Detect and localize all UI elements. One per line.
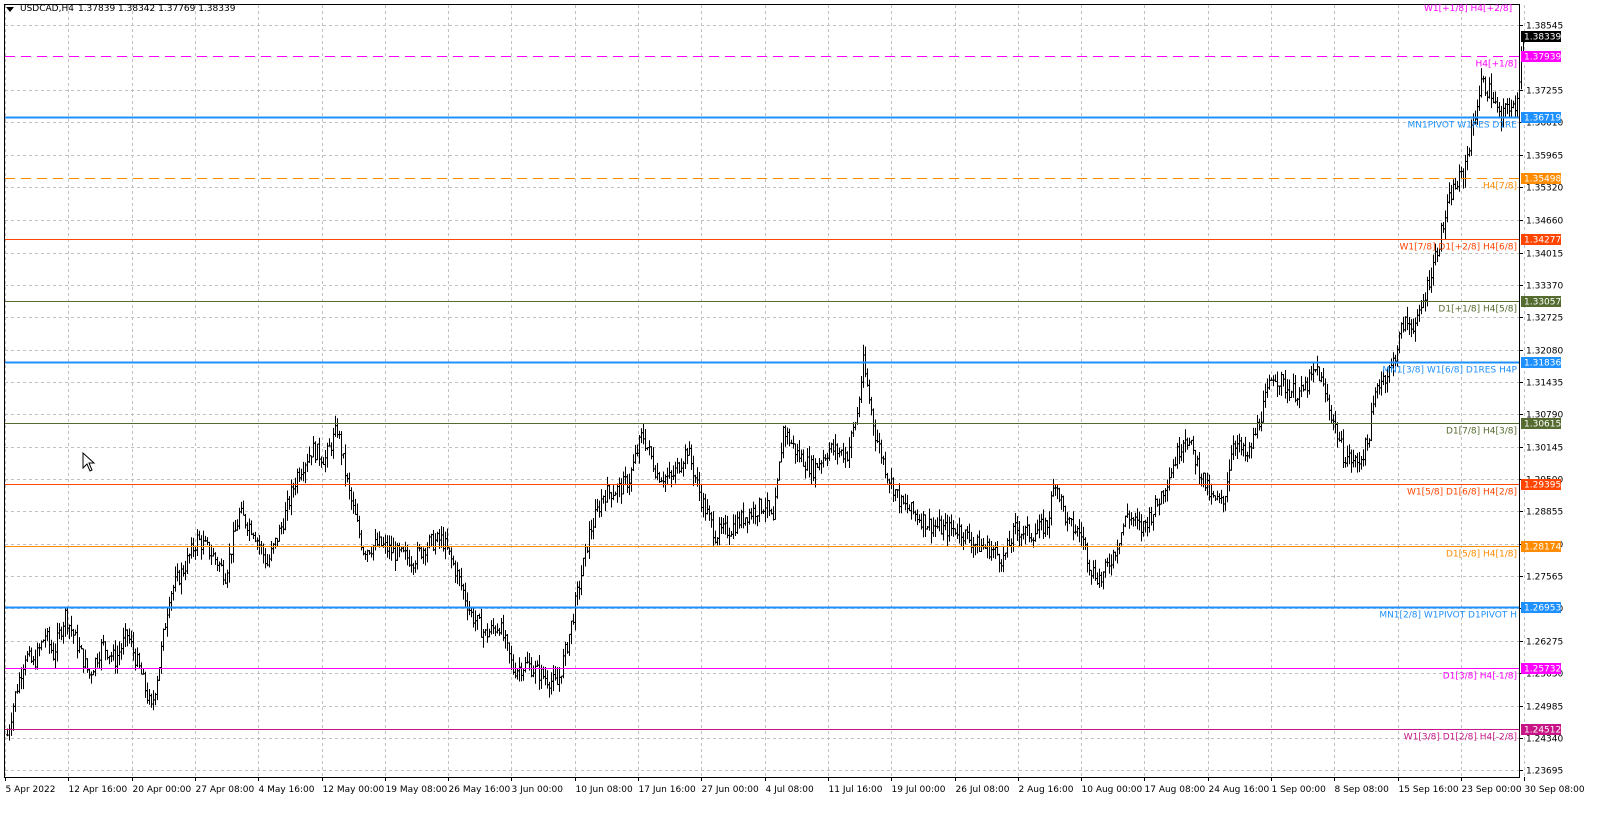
top-level-label: W1[+1/8] H4[+2/8] — [1424, 4, 1512, 14]
price-tick-label: 1.32080 — [1526, 347, 1563, 357]
time-tick-label: 19 May 08:00 — [386, 785, 448, 795]
level-label: D1[3/8] H4[-1/8] — [1443, 672, 1517, 682]
price-tick-label: 1.34015 — [1526, 250, 1563, 260]
level-label: D1[7/8] H4[3/8] — [1446, 427, 1517, 437]
level-label: MN1[3/8] W1[6/8] D1RES H4P — [1382, 366, 1517, 376]
time-tick-label: 17 Jun 16:00 — [639, 785, 696, 795]
level-label: MN1[2/8] W1PIVOT D1PIVOT H — [1379, 611, 1517, 621]
level-label: D1[+1/8] H4[5/8] — [1438, 305, 1517, 315]
level-label: D1[5/8] H4[1/8] — [1446, 550, 1517, 560]
price-tick-label: 1.24985 — [1526, 703, 1563, 713]
time-tick-label: 12 Apr 16:00 — [69, 785, 128, 795]
price-chart[interactable]: H4[+1/8] MN1PIVOT W1RES D1RE H4[7/8] W1[7/8… — [0, 0, 1600, 817]
price-tick-label: 1.24340 — [1526, 735, 1563, 745]
level-price-tag: 1.31836 — [1521, 357, 1561, 369]
time-tick-label: 26 May 16:00 — [449, 785, 511, 795]
price-tick-label: 1.30145 — [1526, 444, 1563, 454]
level-label: MN1PIVOT W1RES D1RE — [1408, 121, 1518, 131]
level-price-tag: 1.33057 — [1521, 296, 1561, 308]
level-price-tag: 1.28174 — [1521, 541, 1561, 553]
svg-text:1.33057: 1.33057 — [1524, 298, 1561, 308]
dropdown-arrow-icon[interactable] — [6, 6, 14, 12]
level-price-tag: 1.36719 — [1521, 112, 1561, 124]
time-tick-label: 1 Sep 00:00 — [1272, 785, 1327, 795]
level-label: W1[5/8] D1[6/8] H4[2/8] — [1407, 488, 1517, 498]
time-tick-label: 11 Jul 16:00 — [829, 785, 883, 795]
svg-text:1.38339: 1.38339 — [1524, 33, 1561, 43]
price-tick-label: 1.32725 — [1526, 314, 1563, 324]
svg-text:1.28174: 1.28174 — [1524, 543, 1561, 553]
mouse-pointer-icon — [82, 452, 96, 472]
time-tick-label: 19 Jul 00:00 — [892, 785, 946, 795]
time-tick-label: 10 Jun 08:00 — [576, 785, 633, 795]
level-price-tag: 1.30615 — [1521, 418, 1561, 430]
price-tick-label: 1.38545 — [1526, 22, 1563, 32]
svg-text:1.26953: 1.26953 — [1524, 604, 1561, 614]
time-tick-label: 27 Apr 08:00 — [196, 785, 255, 795]
price-tick-label: 1.35320 — [1526, 184, 1563, 194]
level-price-tag: 1.35498 — [1521, 173, 1561, 185]
price-tick-label: 1.27565 — [1526, 573, 1563, 583]
svg-text:1.34277: 1.34277 — [1524, 236, 1561, 246]
time-tick-label: 4 Jul 08:00 — [766, 785, 815, 795]
price-tick-label: 1.33370 — [1526, 282, 1563, 292]
level-price-tag: 1.26953 — [1521, 602, 1561, 614]
time-tick-label: 5 Apr 2022 — [6, 785, 56, 795]
time-tick-label: 3 Jun 00:00 — [512, 785, 564, 795]
time-tick-label: 17 Aug 08:00 — [1145, 785, 1206, 795]
level-price-tag: 1.24512 — [1521, 724, 1561, 736]
time-tick-label: 4 May 16:00 — [259, 785, 315, 795]
price-tick-label: 1.37255 — [1526, 87, 1563, 97]
price-tick-label: 1.23695 — [1526, 767, 1563, 777]
level-price-tag: 1.37939 — [1521, 51, 1561, 63]
svg-text:1.25732: 1.25732 — [1524, 665, 1561, 675]
price-tick-label: 1.26275 — [1526, 638, 1563, 648]
level-label: W1[7/8] D1[+2/8] H4[6/8] — [1399, 243, 1517, 253]
price-tick-label: 1.35965 — [1526, 152, 1563, 162]
time-tick-label: 20 Apr 00:00 — [133, 785, 192, 795]
time-tick-label: 23 Sep 00:00 — [1462, 785, 1522, 795]
svg-text:1.31836: 1.31836 — [1524, 359, 1561, 369]
time-tick-label: 24 Aug 16:00 — [1209, 785, 1270, 795]
chart-window[interactable]: H4[+1/8] MN1PIVOT W1RES D1RE H4[7/8] W1[7/8… — [0, 0, 1600, 817]
svg-text:1.30615: 1.30615 — [1524, 420, 1561, 430]
time-tick-label: 15 Sep 16:00 — [1399, 785, 1459, 795]
level-label: H4[+1/8] — [1475, 60, 1517, 70]
symbol-timeframe: USDCAD,H4 — [20, 4, 74, 14]
level-price-tag: 1.34277 — [1521, 234, 1561, 246]
price-tick-label: 1.34660 — [1526, 217, 1563, 227]
level-price-tag: 1.25732 — [1521, 663, 1561, 675]
time-tick-label: 12 May 00:00 — [323, 785, 385, 795]
level-price-tag: 1.29395 — [1521, 479, 1561, 491]
time-tick-label: 26 Jul 08:00 — [956, 785, 1010, 795]
chart-header: USDCAD,H4 1.37839 1.38342 1.37769 1.3833… — [6, 4, 235, 14]
svg-text:1.37939: 1.37939 — [1524, 53, 1561, 63]
svg-text:1.35498: 1.35498 — [1524, 175, 1561, 185]
svg-text:1.24512: 1.24512 — [1524, 726, 1561, 736]
level-label: H4[7/8] — [1483, 182, 1517, 192]
svg-text:1.36719: 1.36719 — [1524, 114, 1561, 124]
svg-text:1.29395: 1.29395 — [1524, 481, 1561, 491]
ohlc-values: 1.37839 1.38342 1.37769 1.38339 — [77, 4, 236, 14]
price-tick-label: 1.31435 — [1526, 379, 1563, 389]
current-price-tag: 1.38339 — [1521, 31, 1561, 43]
time-tick-label: 2 Aug 16:00 — [1019, 785, 1074, 795]
time-tick-label: 30 Sep 08:00 — [1525, 785, 1585, 795]
price-tick-label: 1.28855 — [1526, 508, 1563, 518]
time-tick-label: 27 Jun 00:00 — [702, 785, 759, 795]
level-label: W1[3/8] D1[2/8] H4[-2/8] — [1404, 733, 1517, 743]
time-tick-label: 10 Aug 00:00 — [1082, 785, 1143, 795]
time-tick-label: 8 Sep 08:00 — [1335, 785, 1390, 795]
